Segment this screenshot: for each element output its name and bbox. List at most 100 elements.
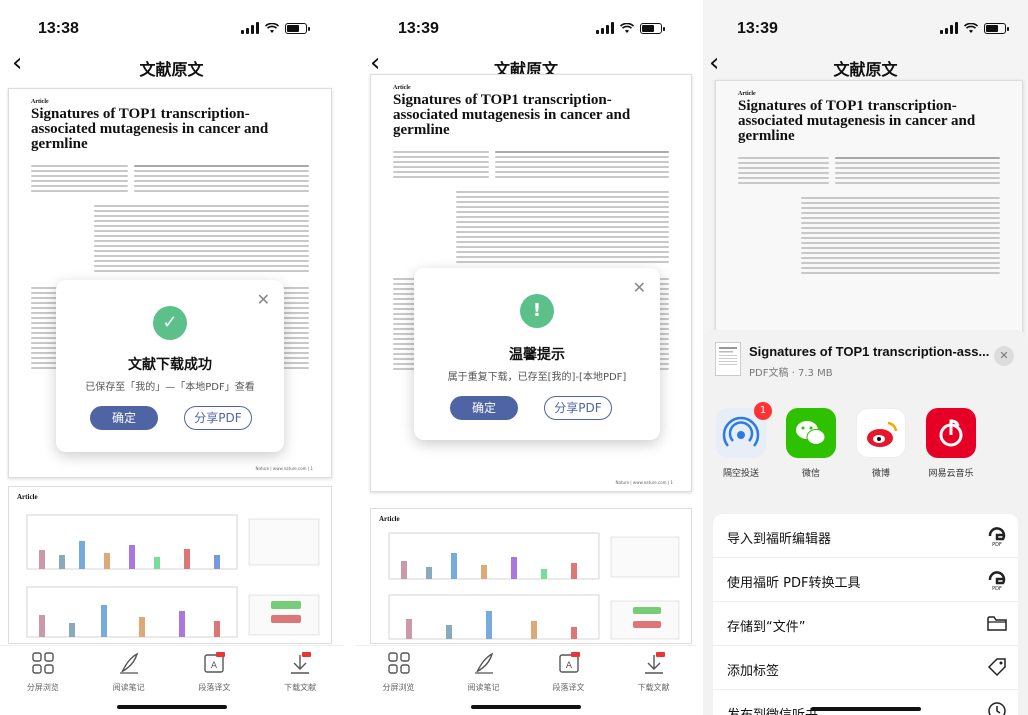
battery-icon: [984, 22, 1009, 34]
page-footer: Nature | www.nature.com | 1: [615, 480, 673, 485]
battery-icon: [640, 22, 665, 34]
quill-icon: [118, 652, 140, 674]
foxit-icon: PDF: [988, 527, 1006, 546]
article-abstract: [456, 191, 669, 263]
pdf-page-figure[interactable]: Article: [8, 486, 332, 644]
action-add-tag[interactable]: 添加标签: [713, 646, 1018, 690]
signal-icon: [596, 22, 614, 34]
tab-label: 阅读笔记: [112, 683, 145, 692]
figure-kind: Article: [379, 515, 400, 523]
app-label: 微博: [871, 469, 890, 479]
signal-icon: [940, 22, 958, 34]
article-kind: Article: [738, 91, 756, 97]
status-bar: 13:39: [356, 0, 696, 44]
share-file-info: PDF文稿 · 7.3 MB: [749, 368, 833, 379]
action-publish-wechat-listen[interactable]: 发布到微信听书: [713, 690, 1018, 715]
pdf-page-figure[interactable]: Article: [370, 508, 692, 644]
action-import-foxit-editor[interactable]: 导入到福昕编辑器 PDF: [713, 514, 1018, 558]
home-indicator: [810, 707, 921, 711]
wifi-icon: [964, 22, 978, 33]
translate-icon: A: [203, 652, 226, 674]
app-label: 微信: [801, 469, 820, 479]
share-pdf-button[interactable]: 分享PDF: [184, 406, 252, 430]
notification-badge: 1: [754, 402, 772, 420]
status-icons: [596, 22, 665, 34]
screen-download-success: 13:38 ‹ 文献原文 Article Signatures of TOP1 …: [0, 0, 343, 715]
split-view-icon: [32, 652, 54, 674]
article-abstract: [94, 205, 309, 272]
app-label: 网易云音乐: [928, 469, 974, 479]
action-foxit-converter[interactable]: 使用福昕 PDF转换工具 PDF: [713, 558, 1018, 602]
wifi-icon: [265, 22, 279, 33]
split-view-icon: [387, 652, 410, 674]
folder-icon: [987, 616, 1007, 631]
tab-label: 下载文献: [284, 683, 317, 692]
download-icon: [289, 652, 312, 674]
signal-icon: [241, 22, 259, 34]
confirm-button[interactable]: 确定: [450, 396, 518, 420]
tab-split-view[interactable]: 分屏浏览: [356, 646, 441, 715]
app-wechat[interactable]: 微信: [785, 408, 837, 479]
airdrop-icon: 1: [716, 402, 772, 458]
wifi-icon: [620, 22, 634, 33]
article-meta: [31, 162, 309, 195]
status-bar: 13:39: [703, 0, 1028, 44]
dialog-message: 属于重复下载，已存至[我的]-[本地PDF]: [447, 372, 627, 383]
tab-label: 下载文献: [637, 683, 670, 692]
app-netease-music[interactable]: 网易云音乐: [925, 408, 977, 479]
clock-icon: [988, 702, 1006, 715]
pdf-page[interactable]: Article Signatures of TOP1 transcription…: [715, 80, 1023, 340]
nav-bar: ‹ 文献原文: [0, 46, 343, 82]
status-bar: 13:38: [0, 0, 343, 44]
tab-split-view[interactable]: 分屏浏览: [0, 646, 86, 715]
tab-label: 分屏浏览: [382, 683, 415, 692]
tab-label: 阅读笔记: [467, 683, 500, 692]
article-title: Signatures of TOP1 transcription-associa…: [31, 106, 269, 152]
svg-text:A: A: [565, 661, 572, 671]
confirm-button[interactable]: 确定: [90, 406, 158, 430]
translate-icon: A: [558, 652, 580, 674]
article-title: Signatures of TOP1 transcription-associa…: [738, 98, 976, 144]
article-abstract: [801, 197, 1000, 274]
app-airdrop[interactable]: 1 隔空投送: [715, 402, 772, 479]
home-indicator: [116, 705, 227, 709]
status-icons: [241, 22, 310, 34]
netease-music-icon: [926, 408, 976, 458]
action-save-to-files[interactable]: 存储到“文件”: [713, 602, 1018, 646]
share-file-title: Signatures of TOP1 transcription-ass...: [749, 344, 990, 359]
quill-icon: [473, 652, 495, 674]
home-indicator: [471, 705, 581, 709]
figure-kind: Article: [17, 493, 38, 501]
app-weibo[interactable]: 微博: [855, 408, 907, 479]
battery-icon: [285, 22, 310, 34]
tab-download[interactable]: 下载文献: [611, 646, 696, 715]
dialog-title: 文献下载成功: [128, 357, 212, 373]
weibo-icon: [856, 408, 906, 458]
page-title: 文献原文: [833, 60, 898, 79]
article-meta: [393, 148, 669, 181]
tab-label: 段落译文: [198, 683, 231, 692]
screen-duplicate-download: 13:39 ‹ 文献原文 Article Signatures of TOP1 …: [356, 0, 696, 715]
share-sheet: Signatures of TOP1 transcription-ass... …: [703, 330, 1028, 715]
page-footer: Nature | www.nature.com | 1: [255, 466, 313, 471]
screen-share-sheet: 13:39 ‹ 文献原文 Article Signatures of TOP1 …: [703, 0, 1028, 715]
dialog-title: 温馨提示: [509, 347, 565, 363]
app-label: 隔空投送: [722, 469, 759, 479]
close-icon[interactable]: ✕: [257, 290, 270, 309]
tag-icon: [987, 658, 1006, 677]
article-kind: Article: [31, 99, 49, 105]
close-icon[interactable]: ✕: [994, 346, 1014, 366]
svg-text:PDF: PDF: [992, 586, 1002, 590]
tab-download[interactable]: 下载文献: [257, 646, 343, 715]
bottom-toolbar: 分屏浏览 阅读笔记 A 段落译文 下载文献: [356, 645, 696, 715]
share-actions-list: 导入到福昕编辑器 PDF 使用福昕 PDF转换工具 PDF 存储到“文件” 添加…: [713, 514, 1018, 715]
duplicate-dialog: ✕ ! 温馨提示 属于重复下载，已存至[我的]-[本地PDF] 确定 分享PDF: [414, 268, 660, 440]
action-label: 导入到福昕编辑器: [727, 532, 832, 547]
share-apps-row: 1 隔空投送 微信 微博 网易云音乐: [703, 402, 1028, 479]
status-time: 13:39: [398, 20, 439, 37]
close-icon[interactable]: ✕: [633, 278, 646, 297]
article-title: Signatures of TOP1 transcription-associa…: [393, 92, 631, 138]
foxit-icon: PDF: [988, 571, 1006, 590]
share-pdf-button[interactable]: 分享PDF: [544, 396, 612, 420]
action-label: 添加标签: [727, 664, 780, 679]
